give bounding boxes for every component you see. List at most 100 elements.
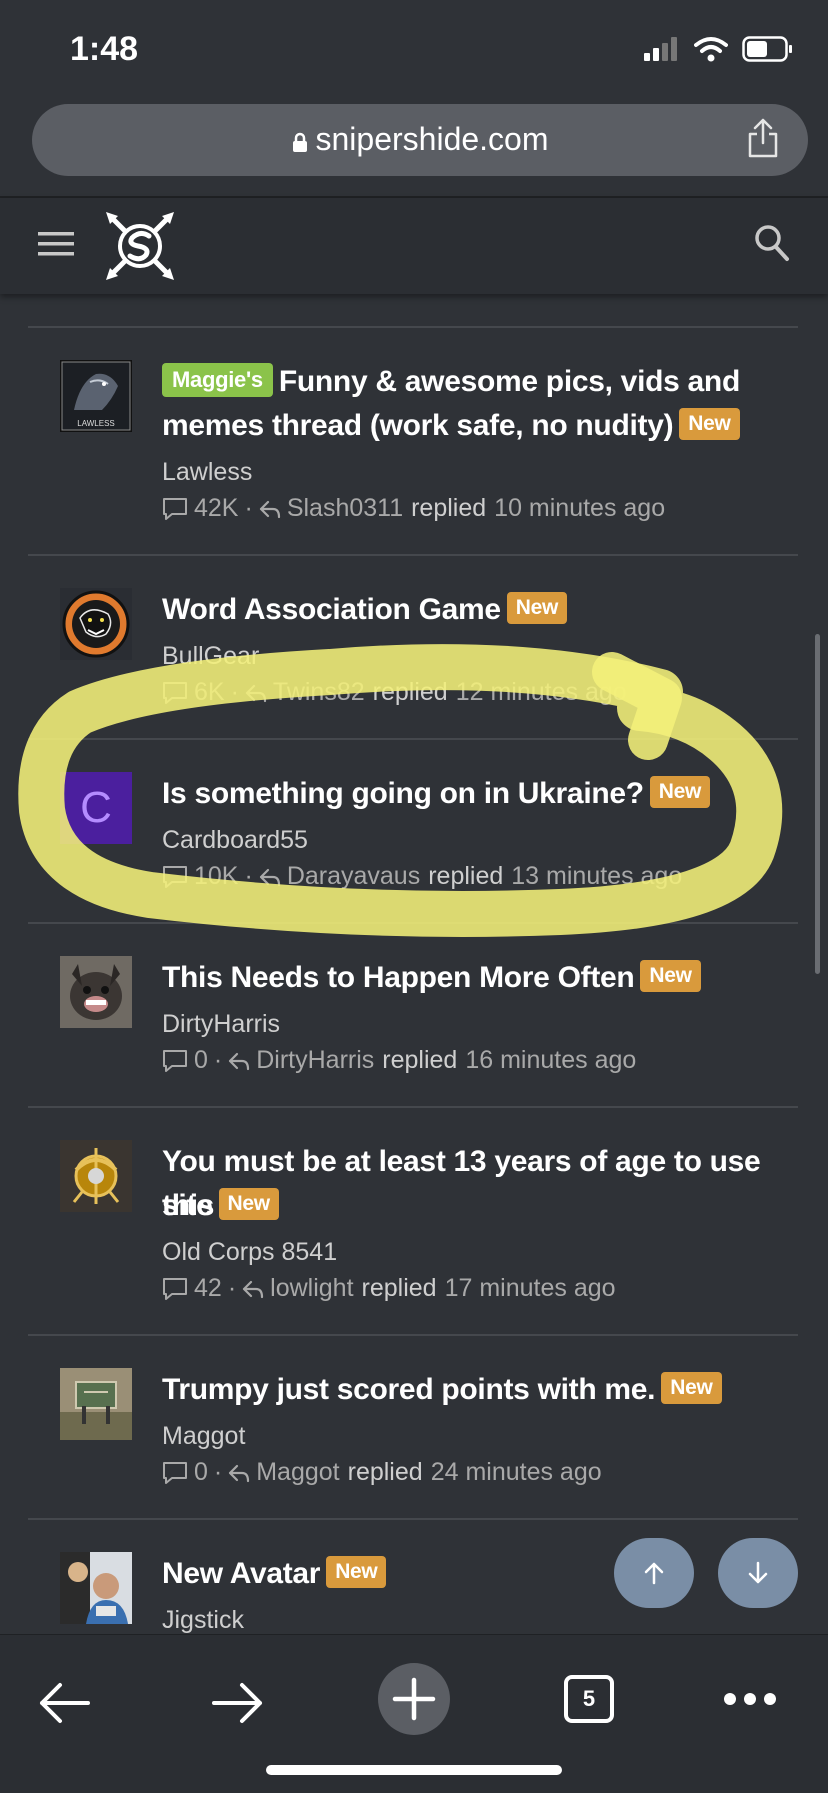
scroll-top-button[interactable] xyxy=(614,1538,694,1608)
thread-starter[interactable]: Lawless xyxy=(162,458,252,487)
avatar[interactable] xyxy=(60,588,132,660)
thread-starter[interactable]: Jigstick xyxy=(162,1606,244,1634)
reply-time[interactable]: 24 minutes ago xyxy=(431,1458,602,1487)
last-poster[interactable]: Slash0311 xyxy=(287,494,403,523)
thread-title-text[interactable]: Funny & awesome pics, vids and xyxy=(279,365,740,398)
thread-meta: 0 · DirtyHarris replied 16 minutes ago xyxy=(162,1046,636,1075)
reply-count: 10K xyxy=(194,862,239,890)
comment-icon xyxy=(163,1049,187,1072)
lock-icon xyxy=(292,132,307,152)
thread-starter[interactable]: BullGear xyxy=(162,642,259,671)
reply-time[interactable]: 12 minutes ago xyxy=(456,678,627,707)
menu-icon[interactable] xyxy=(38,230,74,258)
thread-starter[interactable]: Maggot xyxy=(162,1422,245,1451)
thread-prefix[interactable]: Maggie's xyxy=(162,363,273,397)
last-poster[interactable]: Maggot xyxy=(256,1458,339,1487)
replied-label: replied xyxy=(372,678,448,706)
reply-arrow-icon xyxy=(229,1052,250,1070)
thread-title[interactable]: Trumpy just scored points with me. New xyxy=(162,1368,782,1412)
thread-title-line2[interactable]: memes thread (work safe, no nudity) New xyxy=(162,404,782,448)
reply-time[interactable]: 10 minutes ago xyxy=(494,494,665,523)
search-icon[interactable] xyxy=(754,224,790,262)
new-badge: New xyxy=(661,1372,722,1404)
forward-icon xyxy=(212,1683,262,1723)
forward-button[interactable] xyxy=(210,1679,266,1727)
arrow-down-icon xyxy=(748,1561,768,1584)
plus-icon xyxy=(392,1677,436,1721)
thread-meta: 0 · Maggot replied 24 minutes ago xyxy=(162,1458,602,1487)
avatar[interactable] xyxy=(60,1368,132,1440)
share-icon[interactable] xyxy=(746,118,780,158)
reply-arrow-icon xyxy=(229,1464,250,1482)
last-poster[interactable]: lowlight xyxy=(270,1274,353,1303)
back-icon xyxy=(40,1683,90,1723)
tabs-count: 5 xyxy=(564,1675,614,1723)
reply-time[interactable]: 16 minutes ago xyxy=(465,1046,636,1075)
separator xyxy=(28,326,798,328)
thread-title[interactable]: Maggie's Funny & awesome pics, vids and xyxy=(162,360,782,404)
thread-starter[interactable]: DirtyHarris xyxy=(162,1010,280,1039)
url-text: snipershide.com xyxy=(315,121,549,157)
last-poster[interactable]: Twins82 xyxy=(273,678,365,707)
thread-title-text[interactable]: Is something going on in Ukraine? xyxy=(162,777,644,810)
reply-count: 42K xyxy=(194,494,239,522)
last-poster[interactable]: Darayavaus xyxy=(287,862,420,891)
thread-title-line2[interactable]: site New xyxy=(162,1184,782,1228)
thread-title-text[interactable]: Word Association Game xyxy=(162,593,501,626)
reply-arrow-icon xyxy=(243,1280,264,1298)
avatar[interactable]: LAWLESS xyxy=(60,360,132,432)
thread-title-text[interactable]: Trumpy just scored points with me. xyxy=(162,1373,656,1406)
new-badge: New xyxy=(326,1556,387,1588)
reply-arrow-icon xyxy=(259,500,280,518)
reply-count: 42 xyxy=(194,1274,222,1302)
separator xyxy=(28,554,798,556)
new-badge: New xyxy=(649,776,711,808)
replied-label: replied xyxy=(411,494,487,522)
site-logo[interactable] xyxy=(104,212,176,280)
more-button[interactable] xyxy=(722,1691,778,1707)
thread-starter[interactable]: Cardboard55 xyxy=(162,826,308,855)
separator xyxy=(28,1518,798,1520)
thread-meta: 10K · Darayavaus replied 13 minutes ago xyxy=(162,862,682,891)
scrollbar-thumb[interactable] xyxy=(815,634,820,974)
arrow-up-icon xyxy=(644,1562,664,1585)
reply-time[interactable]: 17 minutes ago xyxy=(445,1274,616,1303)
replied-label: replied xyxy=(382,1046,458,1074)
thread-title[interactable]: Is something going on in Ukraine? New xyxy=(162,772,782,816)
replied-label: replied xyxy=(347,1458,423,1486)
thread-title-text[interactable]: site xyxy=(162,1189,213,1222)
replied-label: replied xyxy=(361,1274,437,1302)
reply-arrow-icon xyxy=(259,868,280,886)
back-button[interactable] xyxy=(36,1679,92,1727)
reply-count: 6K xyxy=(194,678,225,706)
battery-icon xyxy=(742,36,792,62)
last-poster[interactable]: DirtyHarris xyxy=(256,1046,374,1075)
avatar-text: LAWLESS xyxy=(77,419,115,428)
thread-title-text[interactable]: New Avatar xyxy=(162,1557,320,1590)
thread-starter[interactable]: Old Corps 8541 xyxy=(162,1238,337,1267)
avatar[interactable] xyxy=(60,956,132,1028)
url-bar[interactable]: snipershide.com xyxy=(32,104,808,176)
replied-label: replied xyxy=(428,862,504,890)
tabs-button[interactable]: 5 xyxy=(564,1675,614,1723)
home-indicator xyxy=(266,1765,562,1775)
thread-title[interactable]: Word Association Game New xyxy=(162,588,782,632)
new-badge: New xyxy=(506,592,568,624)
scroll-bottom-button[interactable] xyxy=(718,1538,798,1608)
new-badge: New xyxy=(218,1188,279,1220)
new-tab-button[interactable] xyxy=(378,1663,450,1735)
status-bar: 1:48 xyxy=(0,0,828,95)
thread-list: LAWLESS Maggie's Funny & awesome pics, vi… xyxy=(0,294,828,1634)
comment-icon xyxy=(163,681,187,704)
new-badge: New xyxy=(679,408,740,440)
avatar-letter: C xyxy=(80,783,112,832)
avatar[interactable] xyxy=(60,1552,132,1624)
reply-time[interactable]: 13 minutes ago xyxy=(511,862,682,891)
thread-title-text[interactable]: memes thread (work safe, no nudity) xyxy=(162,409,674,442)
thread-title[interactable]: This Needs to Happen More Often New xyxy=(162,956,782,1000)
comment-icon xyxy=(163,1277,187,1300)
avatar[interactable] xyxy=(60,1140,132,1212)
thread-title-text[interactable]: This Needs to Happen More Often xyxy=(162,961,635,994)
thread-meta: 6K · Twins82 replied 12 minutes ago xyxy=(162,678,627,707)
avatar[interactable]: C xyxy=(60,772,132,844)
